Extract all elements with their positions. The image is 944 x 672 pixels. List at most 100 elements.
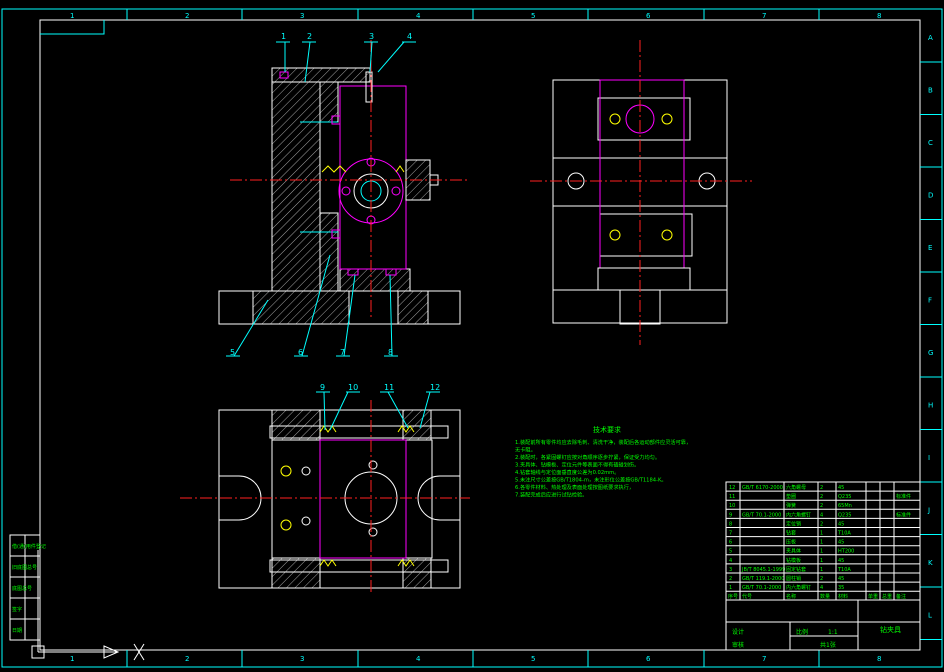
bom-cell-code: GB/T 119.1-2000 xyxy=(742,576,784,582)
balloon-4: 4 xyxy=(407,32,412,41)
bom-cell-no: 9 xyxy=(729,512,732,518)
notes-line: 6.各零件材料、热处理及表面处理按图纸要求执行， xyxy=(515,483,634,491)
balloon-5: 5 xyxy=(230,348,235,357)
zone-row-C: C xyxy=(928,139,933,147)
bom-cell-qty: 1 xyxy=(820,549,823,555)
bom-header-cell: 备注 xyxy=(896,593,906,600)
bom-cell-no: 8 xyxy=(729,521,732,527)
bom-cell-no: 1 xyxy=(729,585,732,591)
side-view[interactable] xyxy=(530,40,752,345)
bom-cell-name: 内六角螺钉 xyxy=(786,584,811,591)
bom-cell-name: 六角螺母 xyxy=(786,484,806,491)
balloon-12: 12 xyxy=(430,383,440,392)
left-strip-label: 日期 xyxy=(12,628,22,634)
bom-header-cell: 单重 xyxy=(868,593,878,600)
bom-cell-no: 6 xyxy=(729,540,732,546)
drawing-name: 钻夹具 xyxy=(880,625,901,634)
bom-row[interactable]: 2 GB/T 119.1-2000 圆柱销 2 45 xyxy=(729,575,844,582)
bom-cell-qty: 1 xyxy=(820,540,823,546)
ucs-icon xyxy=(31,550,145,661)
bom-row[interactable]: 8 定位销 2 45 xyxy=(729,520,844,527)
bom-cell-name: 夹具体 xyxy=(786,548,801,555)
sheet-inner-frame xyxy=(39,19,921,651)
bom-cell-no: 2 xyxy=(729,576,732,582)
notes-line: 1.装配前所有零件均应去除毛刺、清洗干净，装配后各运动部件应灵活可靠， xyxy=(515,438,691,446)
balloon-9: 9 xyxy=(320,383,325,392)
zone-row-E: E xyxy=(928,244,932,252)
zone-col-bottom-3: 3 xyxy=(300,655,304,663)
left-strip-label: 旧底图总号 xyxy=(12,564,37,571)
zone-row-G: G xyxy=(928,349,933,357)
notes-title: 技术要求 xyxy=(593,425,621,434)
bom-cell-mat: 45 xyxy=(838,540,844,546)
bom-row[interactable]: 11 垫圈 2 Q235 标准件 xyxy=(729,493,911,500)
zone-row-I: I xyxy=(928,454,930,462)
designer-label: 设计 xyxy=(732,628,744,636)
bom-cell-mat: 45 xyxy=(838,576,844,582)
bom-row[interactable]: 9 GB/T 70.1-2000 内六角螺钉 4 Q235 标准件 xyxy=(729,511,911,518)
scale-value: 1:1 xyxy=(828,629,838,636)
zone-col-7: 7 xyxy=(762,12,766,20)
checker-label: 审核 xyxy=(732,641,744,649)
bom-cell-qty: 1 xyxy=(820,531,823,537)
notes-line: 无卡阻。 xyxy=(515,446,536,454)
zone-col-bottom-7: 7 xyxy=(762,655,766,663)
bom-row[interactable]: 1 GB/T 70.1-2000 内六角螺钉 4 35 xyxy=(729,584,844,591)
bom-cell-name: 钻套 xyxy=(786,530,796,537)
bom-row[interactable]: 3 JB/T 8045.1-1999 固定钻套 1 T10A xyxy=(729,566,851,573)
zone-row-H: H xyxy=(928,402,933,410)
balloon-7: 7 xyxy=(340,348,345,357)
bom-cell-mat: 35 xyxy=(838,585,844,591)
notes-line: 5.未注尺寸公差按GB/T1804-m，未注形位公差按GB/T1184-K。 xyxy=(515,476,667,484)
bom-cell-code: GB/T 6170-2000 xyxy=(742,485,783,491)
zone-col-2: 2 xyxy=(185,12,189,20)
bom-cell-name: 压板 xyxy=(786,539,796,546)
balloon-11: 11 xyxy=(384,383,394,392)
bom-cell-no: 12 xyxy=(729,485,735,491)
balloon-1: 1 xyxy=(281,32,286,41)
bom-header-cell: 代号 xyxy=(742,593,752,600)
zone-col-bottom-4: 4 xyxy=(416,655,421,663)
balloon-10: 10 xyxy=(348,383,358,392)
front-section-view[interactable] xyxy=(218,40,470,325)
bom-table[interactable]: 12 GB/T 6170-2000 六角螺母 2 4511 垫圈 2 Q235 标准件10 弹簧 2… xyxy=(725,481,921,601)
bom-cell-qty: 2 xyxy=(820,503,823,509)
zone-col-bottom-2: 2 xyxy=(185,655,189,663)
bom-cell-no: 5 xyxy=(729,549,732,555)
bom-cell-qty: 2 xyxy=(820,521,823,527)
bom-row[interactable]: 4 钻模板 1 45 xyxy=(729,557,844,564)
zone-row-D: D xyxy=(928,192,933,200)
bom-row[interactable]: 10 弹簧 2 65Mn xyxy=(729,502,852,509)
bom-row[interactable]: 12 GB/T 6170-2000 六角螺母 2 45 xyxy=(729,484,844,491)
bom-cell-name: 定位销 xyxy=(786,520,801,527)
balloon-2: 2 xyxy=(307,32,312,41)
zone-col-bottom-5: 5 xyxy=(531,655,535,663)
cad-drawing-canvas[interactable]: 12345678 12345678 ABCDEFGHIJKL 1 2 3 4 5… xyxy=(0,0,944,672)
bom-row[interactable]: 6 压板 1 45 xyxy=(729,539,844,546)
balloon-3: 3 xyxy=(369,32,374,41)
bom-cell-no: 4 xyxy=(729,558,732,564)
bom-cell-name: 钻模板 xyxy=(786,557,801,564)
bom-cell-qty: 2 xyxy=(820,494,823,500)
notes-body: 1.装配前所有零件均应去除毛刺、清洗干净，装配后各运动部件应灵活可靠，无卡阻。2… xyxy=(515,438,691,499)
bom-cell-no: 7 xyxy=(729,531,732,537)
bom-row[interactable]: 7 钻套 1 T10A xyxy=(729,530,851,537)
zone-row-J: J xyxy=(927,507,930,515)
bom-cell-qty: 2 xyxy=(820,485,823,491)
bom-cell-qty: 2 xyxy=(820,576,823,582)
zone-labels-right: A B C D E F G H I J K L xyxy=(920,34,942,640)
bom-cell-name: 内六角螺钉 xyxy=(786,511,811,518)
zone-row-A: A xyxy=(928,34,933,42)
bom-cell-code: GB/T 70.1-2000 xyxy=(742,585,781,591)
zone-col-bottom-6: 6 xyxy=(646,655,651,663)
bom-cell-no: 10 xyxy=(729,503,735,509)
bom-cell-no: 11 xyxy=(729,494,735,500)
bom-cell-qty: 4 xyxy=(820,512,823,518)
bom-header-cell: 数量 xyxy=(820,593,830,600)
bom-cell-mat: T10A xyxy=(837,567,851,573)
bom-cell-mat: Q235 xyxy=(838,512,851,518)
zone-col-bottom-1: 1 xyxy=(70,655,74,663)
zone-labels-top: 1 2 3 4 5 6 7 8 xyxy=(70,9,881,20)
bom-cell-mat: 65Mn xyxy=(838,503,852,509)
bom-header-cell: 材料 xyxy=(838,593,848,600)
